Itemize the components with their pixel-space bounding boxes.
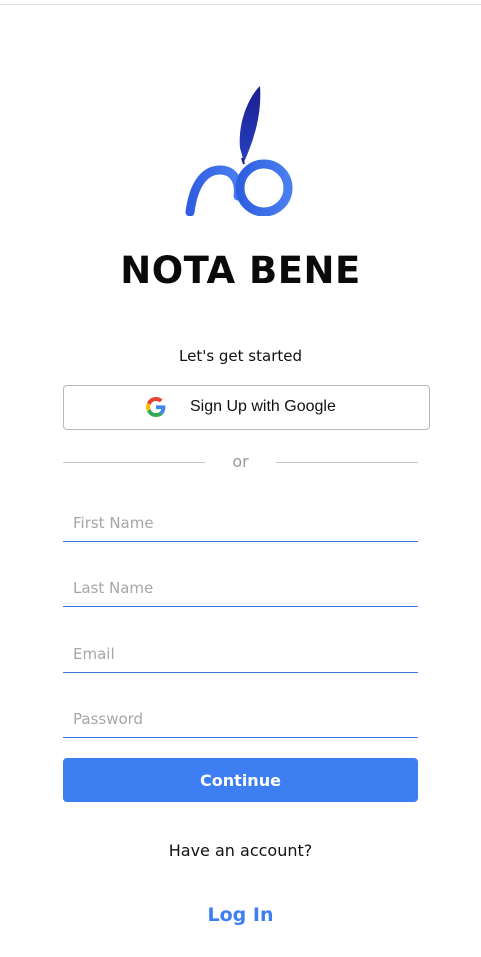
divider-line-left bbox=[63, 462, 205, 463]
google-signup-button[interactable]: Sign Up with Google bbox=[63, 385, 430, 430]
email-input[interactable] bbox=[63, 635, 418, 673]
have-account-text: Have an account? bbox=[168, 841, 313, 860]
signup-subtitle: Let's get started bbox=[179, 347, 302, 365]
divider-line-right bbox=[276, 462, 418, 463]
divider-or-text: or bbox=[232, 452, 249, 471]
first-name-input[interactable] bbox=[63, 504, 418, 542]
brand-name: NOTA BENE bbox=[120, 249, 361, 292]
login-link[interactable]: Log In bbox=[0, 902, 481, 928]
top-divider bbox=[0, 4, 481, 5]
google-signup-label: Sign Up with Google bbox=[190, 398, 336, 415]
last-name-input[interactable] bbox=[63, 569, 418, 607]
password-input[interactable] bbox=[63, 700, 418, 738]
nota-bene-quill-logo-icon bbox=[185, 86, 293, 216]
google-g-icon bbox=[146, 397, 166, 417]
continue-button[interactable]: Continue bbox=[63, 758, 418, 802]
